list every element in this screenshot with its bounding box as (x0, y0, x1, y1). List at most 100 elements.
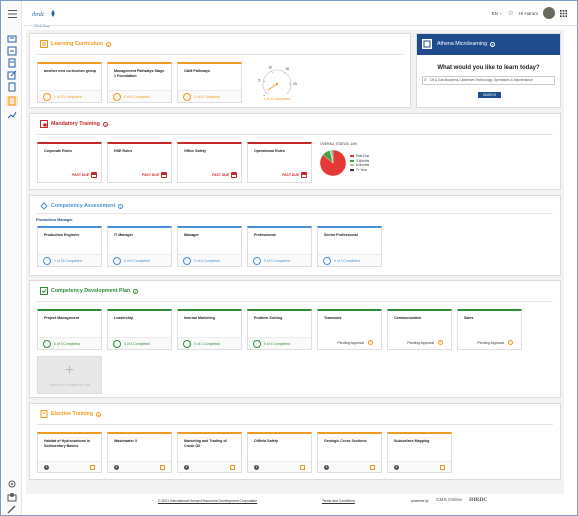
info-icon[interactable]: i (184, 465, 189, 470)
app-window: ihrdc Oil & Gas EN ⌄ ☆ Hi Harum Learning … (0, 0, 578, 516)
info-icon[interactable]: i (114, 465, 119, 470)
elective-card[interactable]: Marketing and Trading of Crude Oil i (177, 432, 242, 473)
star-icon[interactable]: ☆ (508, 9, 514, 17)
development-card[interactable]: Problem Solving 0 of 4 Completed (247, 309, 312, 350)
left-nav-rail (2, 1, 22, 515)
development-card[interactable]: Communication Pending Approval! (387, 309, 452, 350)
calendar-alert-icon (91, 172, 97, 178)
user-greeting[interactable]: Hi Harum (519, 11, 538, 16)
card-title: Operational Roles (254, 149, 285, 153)
development-card[interactable]: Project Management 0 of 3 Completed (37, 309, 102, 350)
mandatory-card[interactable]: Corporate Roles PAST DUE (37, 142, 102, 183)
language-label: EN (491, 10, 498, 16)
edit-icon[interactable] (7, 70, 17, 79)
progress-ring-icon (183, 92, 191, 101)
curriculum-card[interactable]: O&M Pathways 0 of 8 Completed (177, 62, 242, 103)
development-title: Competency Development Plan i (40, 287, 139, 295)
competency-card[interactable]: IT Manager 0 of 6 Completed (107, 226, 172, 267)
launch-icon[interactable] (300, 465, 305, 470)
launch-icon[interactable] (440, 465, 445, 470)
hamburger-icon[interactable] (8, 10, 17, 18)
competency-assessment-panel: Competency Assessment i Production Manag… (29, 195, 561, 276)
card-title: Oilfield Safety (254, 439, 278, 443)
competency-card[interactable]: Senior Professional 0 of 3 Completed (317, 226, 382, 267)
search-button[interactable]: SEARCH (478, 92, 501, 98)
competency-card[interactable]: Production Engineer 1 of 16 Completed (37, 226, 102, 267)
card-footer: 1 of 10 Completed (38, 90, 101, 102)
info-icon[interactable]: i (394, 465, 399, 470)
add-competency-button[interactable]: + Select New Competency Unit (37, 356, 102, 394)
tools-icon[interactable] (7, 504, 17, 513)
elective-card[interactable]: Oilfield Safety i (247, 432, 312, 473)
athena-search-input[interactable]: ⌕ Oil & Gas Business, Upstream Technolog… (422, 76, 555, 85)
info-icon[interactable]: i (324, 465, 329, 470)
info-icon[interactable]: i (490, 41, 496, 47)
elective-card[interactable]: Subsurface Mapping i (387, 432, 452, 473)
terms-link[interactable]: Terms and Conditions (322, 499, 355, 503)
launch-icon[interactable] (230, 465, 235, 470)
info-icon[interactable]: i (118, 203, 124, 209)
elective-title: Elective Training i (40, 410, 102, 418)
learning-curriculum-title: Learning Curriculum i (40, 40, 112, 48)
launch-icon[interactable] (90, 465, 95, 470)
cms-online-logo: CMS Online (436, 498, 462, 503)
chevron-down-icon: ⌄ (498, 10, 503, 15)
learning-curriculum-panel: Learning Curriculum i another new curric… (29, 33, 411, 108)
gauge-tick-label: 5 (258, 78, 260, 82)
training-icon[interactable] (6, 96, 18, 106)
apps-grid-icon[interactable] (560, 9, 567, 17)
elective-card[interactable]: Wastewater 3 i (107, 432, 172, 473)
dashboard-icon[interactable] (7, 34, 17, 43)
past-due-badge: PAST DUE (72, 172, 97, 178)
elective-card[interactable]: Habitat of Hydrocarbons in Sedimentary B… (37, 432, 102, 473)
elective-card[interactable]: Geologic Cross Sections i (317, 432, 382, 473)
launch-icon[interactable] (370, 465, 375, 470)
mandatory-card[interactable]: HSE Roles PAST DUE (107, 142, 172, 183)
development-card[interactable]: Leadership 0 of 1 Completed (107, 309, 172, 350)
calendar-alert-icon (301, 172, 307, 178)
info-icon[interactable]: i (96, 411, 102, 417)
info-icon[interactable]: i (44, 465, 49, 470)
card-footer: 0 of 3 Completed (38, 337, 101, 349)
info-icon[interactable]: i (106, 41, 112, 47)
development-card[interactable]: Sales Pending Approval! (457, 309, 522, 350)
reports-icon[interactable] (7, 110, 17, 119)
pie-title: OVERALL STATUS: 14% (320, 142, 357, 146)
curriculum-card[interactable]: another new curriculum group 1 of 10 Com… (37, 62, 102, 103)
info-icon[interactable]: i (254, 465, 259, 470)
info-icon[interactable]: i (133, 288, 139, 294)
company-logo[interactable]: ihrdc Oil & Gas (31, 6, 61, 28)
competency-card[interactable]: Professional 0 of 3 Completed (247, 226, 312, 267)
launch-icon[interactable] (160, 465, 165, 470)
mandatory-card[interactable]: Office Safety PAST DUE (177, 142, 242, 183)
past-due-label: PAST DUE (212, 173, 229, 177)
past-due-label: PAST DUE (142, 173, 159, 177)
svg-text:ihrdc: ihrdc (32, 12, 45, 18)
catalog-icon[interactable] (7, 46, 17, 55)
card-footer: i (388, 461, 451, 472)
competency-card[interactable]: Manager 0 of 6 Completed (177, 226, 242, 267)
card-progress: 1 of 16 Completed (54, 258, 82, 263)
language-selector[interactable]: EN ⌄ (492, 10, 503, 16)
development-card[interactable]: Internal Marketing 0 of 1 Completed (177, 309, 242, 350)
mandatory-training-panel: Mandatory Training i Corporate Roles PAST… (29, 113, 561, 190)
page-footer: © 2021 International Human Resources Dev… (23, 496, 578, 508)
gauge-tick (271, 70, 273, 74)
assessment-icon[interactable] (7, 58, 17, 67)
progress-ring-icon (183, 339, 191, 348)
user-admin-icon[interactable] (7, 492, 17, 501)
past-due-label: PAST DUE (72, 173, 89, 177)
development-card[interactable]: Teamwork Pending Approval! (317, 309, 382, 350)
info-icon[interactable]: i (102, 121, 108, 127)
gauge-arc (262, 69, 292, 95)
section-divider (37, 54, 403, 55)
pending-status: Pending Approval! (407, 340, 443, 345)
document-icon[interactable] (7, 82, 17, 91)
card-title: Professional (254, 233, 276, 237)
mandatory-card[interactable]: Operational Roles PAST DUE (247, 142, 312, 183)
settings-icon[interactable] (7, 479, 17, 488)
avatar[interactable] (543, 7, 555, 19)
card-footer: 1 of 16 Completed (38, 254, 101, 266)
curriculum-card[interactable]: Management Pathways Stage 1 Foundation 0… (107, 62, 172, 103)
copyright-link[interactable]: © 2021 International Human Resources Dev… (158, 499, 257, 503)
